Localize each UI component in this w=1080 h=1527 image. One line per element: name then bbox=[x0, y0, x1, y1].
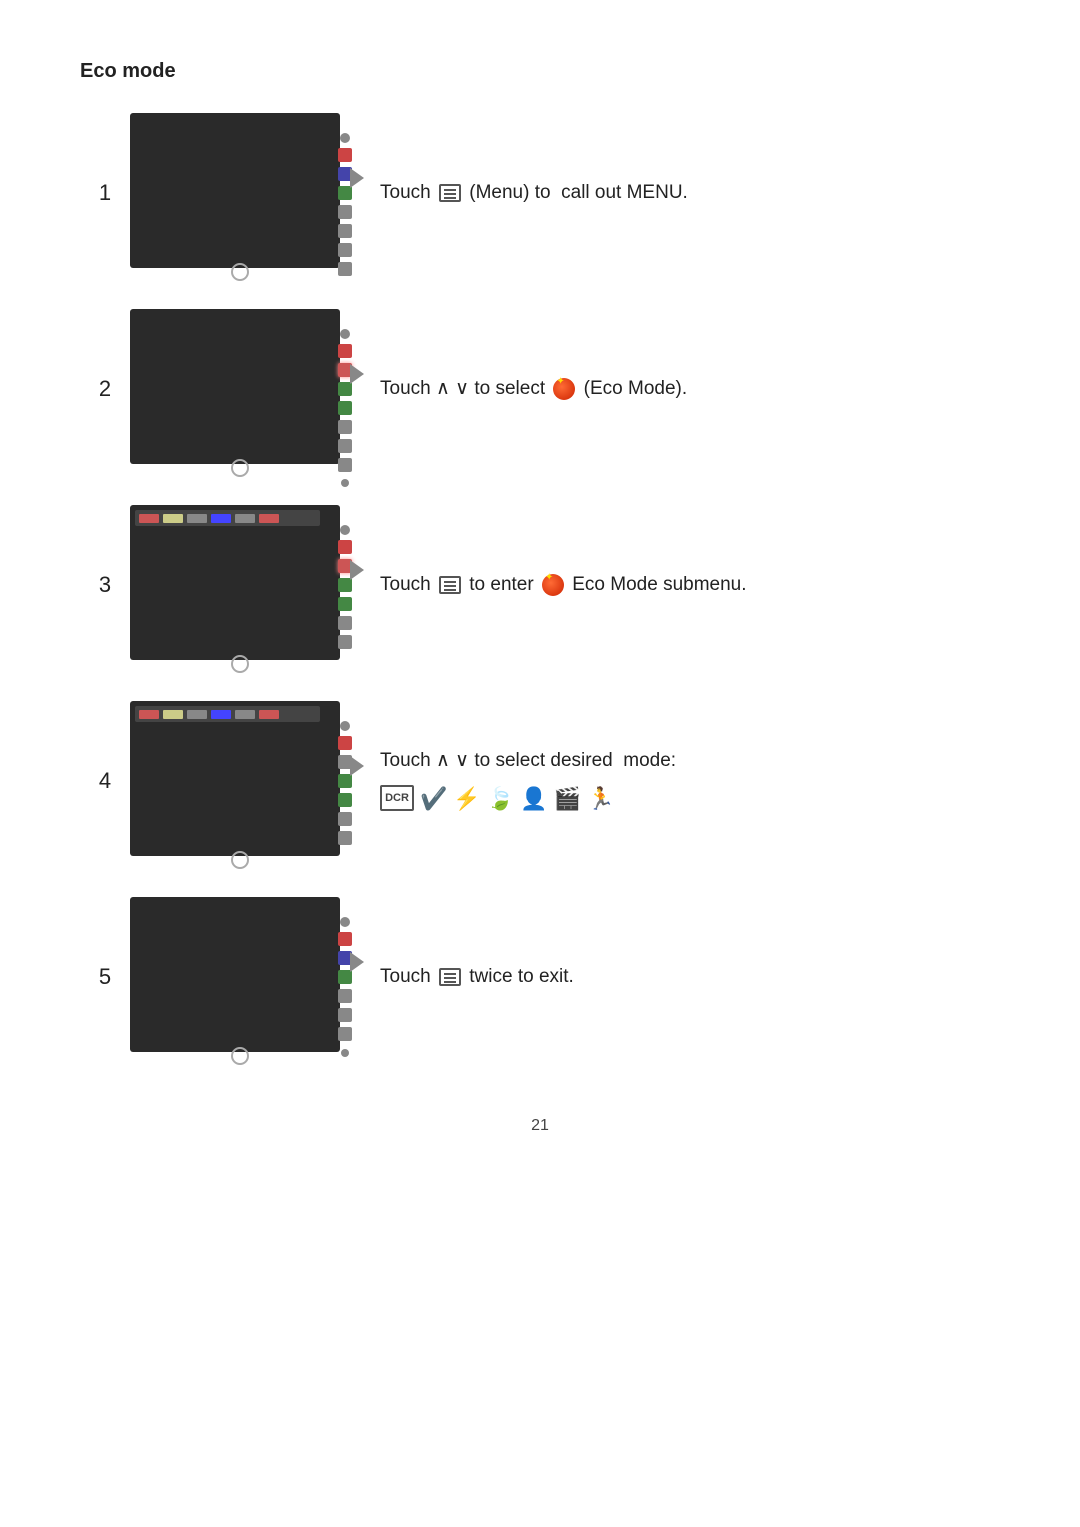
step-1-number: 1 bbox=[80, 180, 130, 206]
monitor-circle-4 bbox=[231, 851, 249, 869]
step-2-row: 2 Touch ∧ ∨ to select (Eco Mode). bbox=[80, 309, 1000, 469]
monitor-sidebar bbox=[338, 133, 352, 276]
step-1-monitor bbox=[130, 113, 350, 273]
step-1-row: 1 Touch (Menu) to call out MENU. bbox=[80, 113, 1000, 273]
step-3-text: Touch to enter Eco Mode submenu. bbox=[380, 571, 747, 600]
person-working-icon: 👤 bbox=[520, 782, 547, 815]
monitor-sidebar-4 bbox=[338, 721, 352, 845]
monitor-circle bbox=[231, 263, 249, 281]
step-4-text: Touch ∧ ∨ to select desired mode: DCR ✔️… bbox=[380, 747, 676, 815]
mode-icons: DCR ✔️ ⚡ 🍃 👤 🎬 🏃 bbox=[380, 782, 676, 815]
page-number: 21 bbox=[80, 1117, 1000, 1135]
step-5-row: 5 Touch twice to exit. bbox=[80, 897, 1000, 1057]
step-2-monitor bbox=[130, 309, 350, 469]
monitor-menubar-3 bbox=[135, 510, 320, 526]
menu-icon-5 bbox=[439, 968, 461, 986]
cinema-icon: 🎬 bbox=[554, 782, 581, 815]
monitor-arrow-3 bbox=[350, 560, 364, 580]
step-4-number: 4 bbox=[80, 768, 130, 794]
eco-icon-2 bbox=[553, 378, 575, 400]
eco-icon-3 bbox=[542, 574, 564, 596]
monitor-circle-2 bbox=[231, 459, 249, 477]
step-2-text: Touch ∧ ∨ to select (Eco Mode). bbox=[380, 375, 687, 404]
monitor-sidebar-2 bbox=[338, 329, 352, 487]
step-2-number: 2 bbox=[80, 376, 130, 402]
step-3-row: 3 Touch to enter E bbox=[80, 505, 1000, 665]
leaf-icon: 🍃 bbox=[487, 782, 514, 815]
monitor-circle-5 bbox=[231, 1047, 249, 1065]
step-4-row: 4 Touch ∧ ∨ to selec bbox=[80, 701, 1000, 861]
dcr-icon: DCR bbox=[380, 785, 414, 811]
page-title: Eco mode bbox=[80, 60, 1000, 83]
monitor-sidebar-3 bbox=[338, 525, 352, 649]
step-4-monitor bbox=[130, 701, 350, 861]
game-icon: 🏃 bbox=[587, 782, 614, 815]
monitor-arrow-5 bbox=[350, 952, 364, 972]
monitor-arrow bbox=[350, 168, 364, 188]
step-5-number: 5 bbox=[80, 964, 130, 990]
step-3-monitor bbox=[130, 505, 350, 665]
check-icon: ✔️ bbox=[420, 782, 447, 815]
monitor-menubar-4 bbox=[135, 706, 320, 722]
step-5-monitor bbox=[130, 897, 350, 1057]
step-5-text: Touch twice to exit. bbox=[380, 963, 574, 992]
step-3-number: 3 bbox=[80, 572, 130, 598]
monitor-sidebar-5 bbox=[338, 917, 352, 1057]
menu-icon-1 bbox=[439, 184, 461, 202]
step-1-text: Touch (Menu) to call out MENU. bbox=[380, 179, 688, 208]
monitor-arrow-2 bbox=[350, 364, 364, 384]
monitor-arrow-4 bbox=[350, 756, 364, 776]
menu-icon-3 bbox=[439, 576, 461, 594]
monitor-circle-3 bbox=[231, 655, 249, 673]
lightning-icon: ⚡ bbox=[453, 782, 480, 815]
